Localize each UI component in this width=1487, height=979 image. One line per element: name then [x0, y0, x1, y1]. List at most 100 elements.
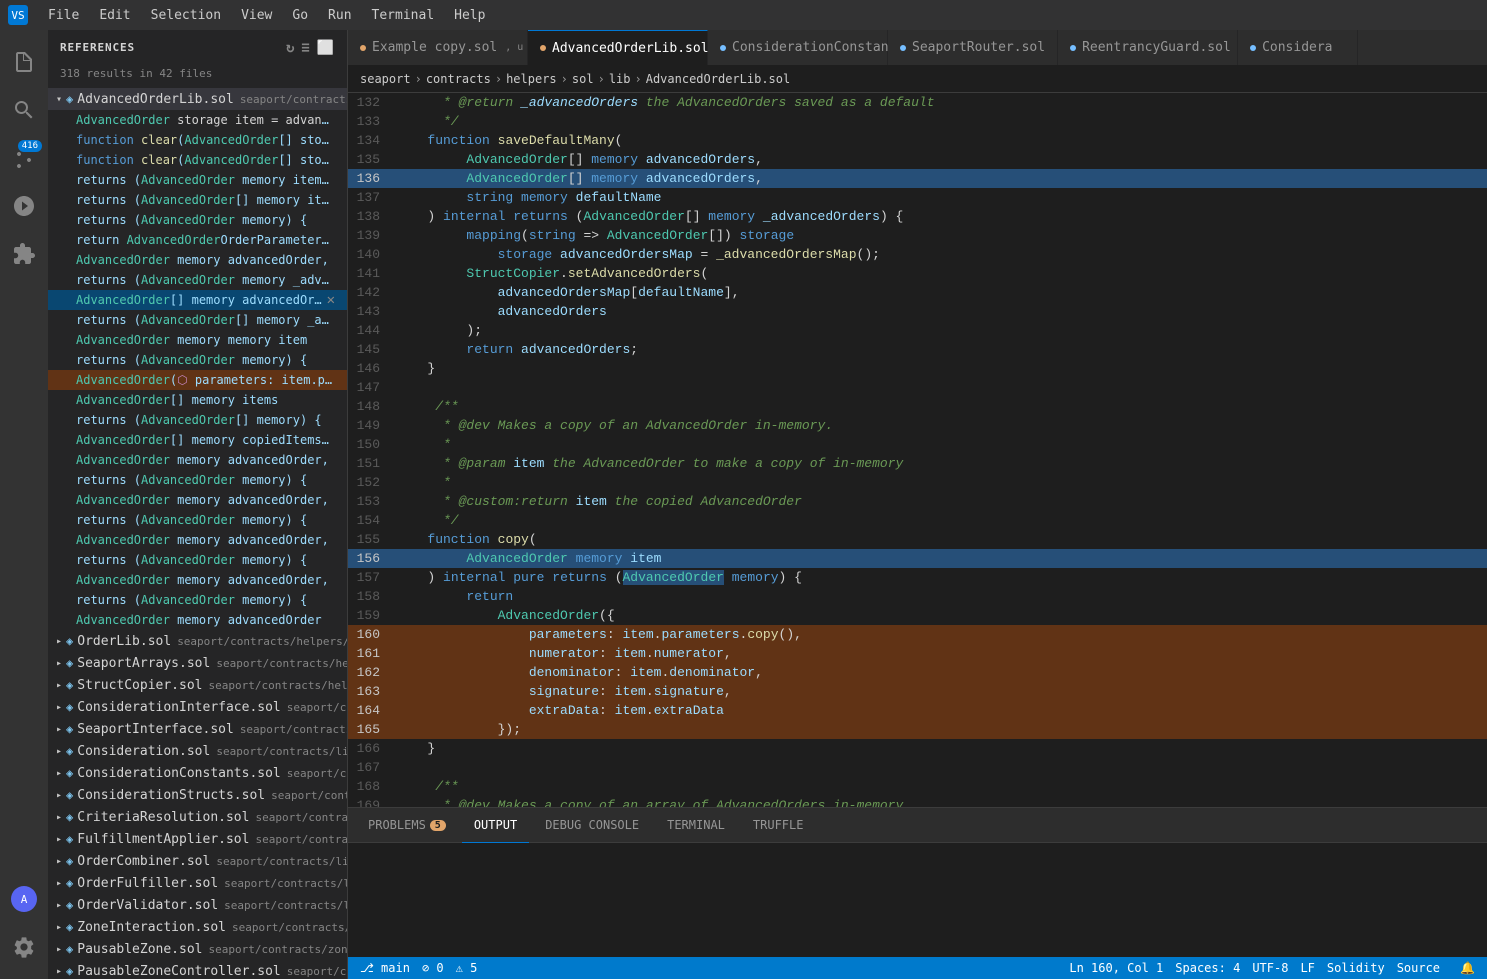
ref-item[interactable]: AdvancedOrder memory advancedOrder,: [48, 450, 347, 470]
status-warnings[interactable]: ⚠ 5: [456, 961, 478, 975]
source-control-icon[interactable]: 416: [0, 134, 48, 182]
ref-item-selected[interactable]: AdvancedOrder[] memory advancedOrders, ✕: [48, 290, 347, 310]
menu-view[interactable]: View: [233, 4, 280, 27]
menu-run[interactable]: Run: [320, 4, 359, 27]
menu-selection[interactable]: Selection: [143, 4, 229, 27]
panel-tab-output[interactable]: OUTPUT: [462, 808, 529, 843]
status-notification-icon[interactable]: 🔔: [1460, 961, 1475, 975]
ref-item[interactable]: returns (AdvancedOrder memory) {: [48, 510, 347, 530]
ref-item[interactable]: AdvancedOrder storage item = advancedOrd…: [48, 110, 347, 130]
file-group-orderfulfiller[interactable]: ▸ ◈ OrderFulfiller.sol seaport/contracts…: [48, 872, 347, 894]
ref-item[interactable]: AdvancedOrder memory advancedOrder,: [48, 490, 347, 510]
tab-advancedorderlib[interactable]: AdvancedOrderLib.sol ×: [528, 30, 708, 65]
breadcrumb-helpers[interactable]: helpers: [506, 72, 557, 86]
menu-help[interactable]: Help: [446, 4, 493, 27]
ref-item[interactable]: returns (AdvancedOrder memory) {: [48, 590, 347, 610]
ref-item[interactable]: returns (AdvancedOrder memory) {: [48, 470, 347, 490]
file-group-considerationconstants[interactable]: ▸ ◈ ConsiderationConstants.sol seaport/c…: [48, 762, 347, 784]
ref-item[interactable]: AdvancedOrder[] memory copiedItems = new…: [48, 430, 347, 450]
ref-item[interactable]: AdvancedOrder[] memory items: [48, 390, 347, 410]
status-source[interactable]: Source: [1397, 961, 1440, 975]
file-group-seaportarrays[interactable]: ▸ ◈ SeaportArrays.sol seaport/contracts/…: [48, 652, 347, 674]
file-group-zoneinteraction[interactable]: ▸ ◈ ZoneInteraction.sol seaport/contract…: [48, 916, 347, 938]
file-group-considerationstructs[interactable]: ▸ ◈ ConsiderationStructs.sol seaport/con…: [48, 784, 347, 806]
ref-item[interactable]: AdvancedOrder memory advancedOrder,: [48, 570, 347, 590]
file-group-consideration[interactable]: ▸ ◈ Consideration.sol seaport/contracts/…: [48, 740, 347, 762]
status-position[interactable]: Ln 160, Col 1: [1069, 961, 1163, 975]
search-icon[interactable]: [0, 86, 48, 134]
status-language[interactable]: Solidity: [1327, 961, 1385, 975]
file-group-header-pausablezone[interactable]: ▸ ◈ PausableZone.sol seaport/contracts/z…: [48, 938, 347, 960]
ref-item[interactable]: returns (AdvancedOrder[] memory items) {: [48, 190, 347, 210]
file-group-header-seaportinterface[interactable]: ▸ ◈ SeaportInterface.sol seaport/contrac…: [48, 718, 347, 740]
ref-item[interactable]: function clear(AdvancedOrder[] storage i…: [48, 150, 347, 170]
ref-item[interactable]: returns (AdvancedOrder memory) {: [48, 210, 347, 230]
ref-item[interactable]: returns (AdvancedOrder memory _advancedO…: [48, 270, 347, 290]
file-group-ordervalidator[interactable]: ▸ ◈ OrderValidator.sol seaport/contracts…: [48, 894, 347, 916]
menu-terminal[interactable]: Terminal: [364, 4, 443, 27]
tab-example-copy[interactable]: Example copy.sol , u ×: [348, 30, 528, 65]
ref-item[interactable]: AdvancedOrder memory memory item: [48, 330, 347, 350]
file-group-header-consideration[interactable]: ▸ ◈ Consideration.sol seaport/contracts/…: [48, 740, 347, 762]
file-group-considerationinterface[interactable]: ▸ ◈ ConsiderationInterface.sol seaport/c…: [48, 696, 347, 718]
tab-considera[interactable]: Considera: [1238, 30, 1358, 65]
file-group-header-fulfillmentapplier[interactable]: ▸ ◈ FulfillmentApplier.sol seaport/contr…: [48, 828, 347, 850]
file-group-header-considerationinterface[interactable]: ▸ ◈ ConsiderationInterface.sol seaport/c…: [48, 696, 347, 718]
refresh-icon[interactable]: ↻: [286, 40, 295, 56]
file-group-pausablezone[interactable]: ▸ ◈ PausableZone.sol seaport/contracts/z…: [48, 938, 347, 960]
file-group-header-orderfulfiller[interactable]: ▸ ◈ OrderFulfiller.sol seaport/contracts…: [48, 872, 347, 894]
file-group-header-structcopier[interactable]: ▸ ◈ StructCopier.sol seaport/contracts/h…: [48, 674, 347, 696]
file-group-structcopier[interactable]: ▸ ◈ StructCopier.sol seaport/contracts/h…: [48, 674, 347, 696]
extensions-icon[interactable]: [0, 230, 48, 278]
panel-tab-terminal[interactable]: TERMINAL: [655, 808, 737, 843]
ref-item[interactable]: returns (AdvancedOrder memory) {: [48, 550, 347, 570]
file-group-header-orderlib[interactable]: ▸ ◈ OrderLib.sol seaport/contracts/helpe…: [48, 630, 347, 652]
file-group-header-criteriaresolution[interactable]: ▸ ◈ CriteriaResolution.sol seaport/contr…: [48, 806, 347, 828]
file-group-advancedorderlib[interactable]: ▾ ◈ AdvancedOrderLib.sol seaport/contrac…: [48, 88, 347, 630]
ref-item[interactable]: AdvancedOrder memory advancedOrder,: [48, 530, 347, 550]
ref-item[interactable]: AdvancedOrder memory advancedOrder: [48, 610, 347, 630]
ref-item[interactable]: returns (AdvancedOrder[] memory _advance…: [48, 310, 347, 330]
breadcrumb-seaport[interactable]: seaport: [360, 72, 411, 86]
file-group-fulfillmentapplier[interactable]: ▸ ◈ FulfillmentApplier.sol seaport/contr…: [48, 828, 347, 850]
breadcrumb-lib[interactable]: lib: [609, 72, 631, 86]
file-group-header-seaportarrays[interactable]: ▸ ◈ SeaportArrays.sol seaport/contracts/…: [48, 652, 347, 674]
file-group-header-considerationstructs[interactable]: ▸ ◈ ConsiderationStructs.sol seaport/con…: [48, 784, 347, 806]
menu-go[interactable]: Go: [284, 4, 316, 27]
ref-item[interactable]: returns (AdvancedOrder memory) {: [48, 350, 347, 370]
ref-item[interactable]: return AdvancedOrderOrderParametersLib.e…: [48, 230, 347, 250]
breadcrumb-sol[interactable]: sol: [572, 72, 594, 86]
ref-item[interactable]: function clear(AdvancedOrder[] storage i…: [48, 130, 347, 150]
menu-file[interactable]: File: [40, 4, 87, 27]
status-encoding[interactable]: UTF-8: [1252, 961, 1288, 975]
breadcrumb-file[interactable]: AdvancedOrderLib.sol: [646, 72, 791, 86]
run-debug-icon[interactable]: [0, 182, 48, 230]
status-branch[interactable]: ⎇ main: [360, 961, 410, 975]
settings-icon[interactable]: [0, 923, 48, 971]
file-group-orderlib[interactable]: ▸ ◈ OrderLib.sol seaport/contracts/helpe…: [48, 630, 347, 652]
tab-considerationconstants[interactable]: ConsiderationConstants.sol ×: [708, 30, 888, 65]
collapse-all-icon[interactable]: ≡: [301, 40, 310, 56]
file-group-header-considerationconstants[interactable]: ▸ ◈ ConsiderationConstants.sol seaport/c…: [48, 762, 347, 784]
status-spaces[interactable]: Spaces: 4: [1175, 961, 1240, 975]
ref-item[interactable]: AdvancedOrder memory advancedOrder,: [48, 250, 347, 270]
tab-seaportrouter[interactable]: SeaportRouter.sol: [888, 30, 1058, 65]
ref-item[interactable]: returns (AdvancedOrder[] memory) {: [48, 410, 347, 430]
breadcrumb-contracts[interactable]: contracts: [426, 72, 491, 86]
file-group-header-ordercombiner[interactable]: ▸ ◈ OrderCombiner.sol seaport/contracts/…: [48, 850, 347, 872]
ref-item-highlighted[interactable]: AdvancedOrder(⬡ parameters: item.paramet…: [48, 370, 347, 390]
file-group-seaportinterface[interactable]: ▸ ◈ SeaportInterface.sol seaport/contrac…: [48, 718, 347, 740]
ref-item[interactable]: returns (AdvancedOrder memory item) {: [48, 170, 347, 190]
file-group-header-advancedorderlib[interactable]: ▾ ◈ AdvancedOrderLib.sol seaport/contrac…: [48, 88, 347, 110]
file-group-criteriaresolution[interactable]: ▸ ◈ CriteriaResolution.sol seaport/contr…: [48, 806, 347, 828]
panel-tab-problems[interactable]: PROBLEMS 5: [356, 808, 458, 843]
menu-edit[interactable]: Edit: [91, 4, 138, 27]
file-group-header-pausablezonecontroller[interactable]: ▸ ◈ PausableZoneController.sol seaport/c…: [48, 960, 347, 979]
file-group-ordercombiner[interactable]: ▸ ◈ OrderCombiner.sol seaport/contracts/…: [48, 850, 347, 872]
code-editor[interactable]: 132 * @return _advancedOrders the Advanc…: [348, 93, 1487, 807]
file-group-pausablezonecontroller[interactable]: ▸ ◈ PausableZoneController.sol seaport/c…: [48, 960, 347, 979]
close-panel-icon[interactable]: ⬜: [317, 40, 335, 56]
status-errors[interactable]: ⊘ 0: [422, 961, 444, 975]
panel-tab-truffle[interactable]: TRUFFLE: [741, 808, 816, 843]
status-eol[interactable]: LF: [1300, 961, 1314, 975]
